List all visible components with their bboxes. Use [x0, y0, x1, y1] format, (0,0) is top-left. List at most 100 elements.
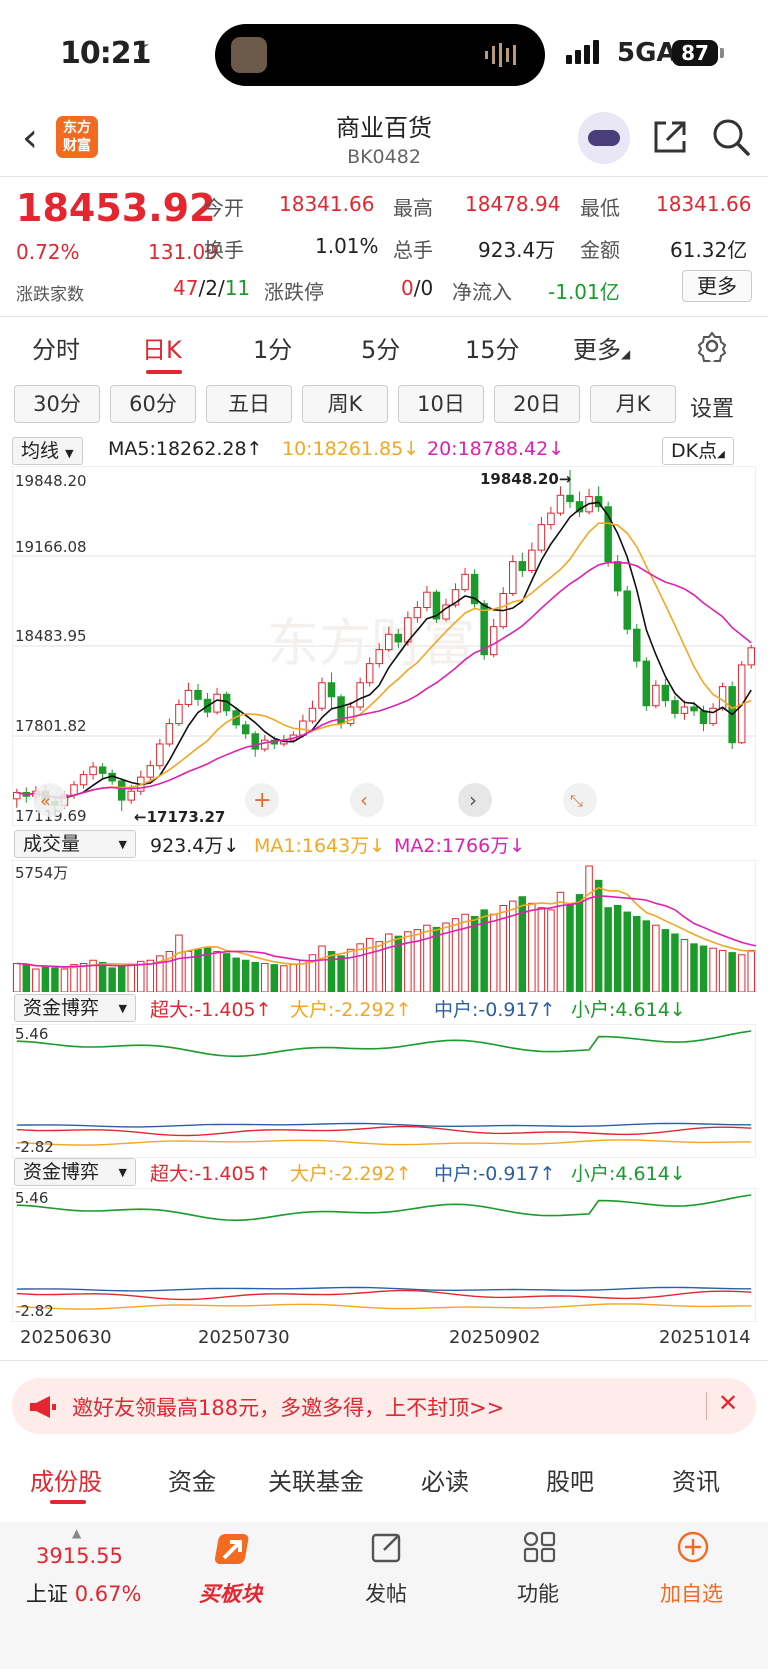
ma10-value: 10:18261.85↓ — [282, 438, 420, 460]
volume-bar — [556, 891, 565, 992]
tab-5min[interactable]: 5分 — [361, 330, 400, 365]
candle — [98, 766, 107, 774]
volume-bar — [51, 967, 59, 992]
period-monthly-button[interactable]: 月K — [590, 385, 676, 423]
fund-flow-chart-2[interactable]: 5.46 -2.82 — [12, 1188, 756, 1322]
candle — [566, 494, 574, 503]
svg-text:«: « — [40, 791, 51, 812]
medium-flow-2: 中户:-0.917↑ — [434, 1163, 556, 1185]
index-value[interactable]: 3915.55 — [36, 1544, 123, 1568]
dk-point-button[interactable]: DK点◢ — [662, 437, 734, 465]
volume-bar — [461, 913, 469, 992]
svg-text:⤡: ⤡ — [570, 791, 583, 810]
indicator-select[interactable]: 均线 ▼ — [12, 437, 83, 465]
volume-bar — [652, 924, 660, 992]
close-icon[interactable]: ✕ — [718, 1389, 738, 1417]
tab-more[interactable]: 更多◢ — [573, 330, 630, 365]
candle — [146, 765, 155, 778]
y-tick-4: 17801.82 — [15, 717, 87, 735]
volume-chart[interactable]: 5754万 — [12, 860, 756, 992]
candle — [642, 660, 651, 707]
moon-icon: ☾ — [136, 40, 158, 68]
function-button[interactable]: 功能 — [517, 1578, 559, 1608]
netflow-label: 净流入 — [452, 280, 512, 304]
volume-bar — [699, 945, 708, 992]
ma5-value: MA5:18262.28↑ — [108, 438, 263, 460]
candle — [299, 720, 307, 736]
period-5day-button[interactable]: 五日 — [206, 385, 292, 423]
fund-flow-select-2[interactable]: 资金博弈 ▼ — [14, 1158, 136, 1186]
volume-bar — [346, 948, 355, 992]
buy-sector-icon[interactable] — [210, 1530, 256, 1574]
volume-bar — [280, 965, 288, 992]
candle — [365, 663, 374, 684]
period-20day-button[interactable]: 20日 — [494, 385, 580, 423]
divider — [0, 316, 768, 317]
fund-flow-chart-1[interactable]: 5.46 -2.82 — [12, 1024, 756, 1158]
candle — [117, 780, 126, 801]
tab-related-funds[interactable]: 关联基金 — [268, 1462, 364, 1497]
more-button[interactable]: 更多 — [682, 270, 752, 302]
search-icon[interactable] — [710, 116, 752, 158]
fund-flow-select-1[interactable]: 资金博弈 ▼ — [14, 994, 136, 1022]
gear-icon[interactable] — [696, 330, 728, 362]
candle — [308, 707, 317, 722]
candle — [261, 739, 269, 750]
volume-bar — [175, 934, 183, 992]
candle — [70, 784, 78, 796]
megaphone-icon — [30, 1396, 56, 1418]
add-watchlist-icon[interactable] — [676, 1530, 710, 1564]
tab-daily-k[interactable]: 日K — [142, 330, 182, 365]
settings-link[interactable]: 设置 — [690, 391, 734, 423]
low-label: 最低 — [580, 196, 620, 220]
tab-constituents[interactable]: 成份股 — [30, 1462, 102, 1497]
tab-must-read[interactable]: 必读 — [421, 1462, 469, 1497]
tab-1min[interactable]: 1分 — [253, 330, 292, 365]
tab-funds[interactable]: 资金 — [168, 1462, 216, 1497]
dynamic-island[interactable] — [215, 24, 545, 86]
post-button[interactable]: 发帖 — [365, 1578, 407, 1608]
volume-bar — [566, 905, 574, 992]
share-icon[interactable] — [650, 117, 690, 157]
promo-text[interactable]: 邀好友领最高188元，多邀多得，上不封顶>> — [72, 1392, 504, 1422]
tab-forum[interactable]: 股吧 — [546, 1462, 594, 1497]
date-label-4: 20251014 — [659, 1327, 751, 1348]
volume-bar — [680, 938, 689, 992]
volume-bar — [356, 943, 364, 992]
grid-icon[interactable] — [522, 1530, 556, 1564]
candle — [385, 633, 393, 651]
edit-icon[interactable] — [370, 1530, 404, 1564]
candle — [547, 512, 555, 526]
volume-bar — [661, 929, 670, 992]
small-flow-1: 小户:4.614↓ — [571, 999, 686, 1021]
audio-wave-icon — [485, 43, 516, 67]
candle — [318, 682, 326, 709]
volume-bar — [289, 964, 298, 992]
add-watchlist-button[interactable]: 加自选 — [660, 1578, 723, 1608]
volume-bar — [709, 947, 717, 992]
volume-bar — [365, 937, 374, 992]
flow-bottom-label: -2.82 — [15, 1138, 54, 1156]
buy-sector-button[interactable]: 买板块 — [199, 1578, 262, 1608]
tab-15min[interactable]: 15分 — [465, 330, 520, 365]
volume-bar — [13, 963, 21, 992]
period-10day-button[interactable]: 10日 — [398, 385, 484, 423]
period-weekly-button[interactable]: 周K — [302, 385, 388, 423]
index-summary[interactable]: 上证 0.67% — [26, 1578, 141, 1608]
netflow-value: -1.01亿 — [548, 280, 620, 304]
amount-value: 61.32亿 — [670, 238, 748, 262]
period-60min-button[interactable]: 60分 — [110, 385, 196, 423]
candle — [156, 743, 164, 767]
period-30min-button[interactable]: 30分 — [14, 385, 100, 423]
up-arrow-icon: ▲ — [72, 1526, 82, 1540]
volume-select[interactable]: 成交量 ▼ — [14, 830, 136, 858]
ai-assistant-icon[interactable] — [578, 112, 630, 164]
candle — [747, 647, 755, 666]
volume-bar — [32, 968, 40, 992]
candlestick-chart[interactable]: 东方财富 19848.20 19166.08 18483.95 17801.82… — [12, 466, 756, 826]
amount-label: 金额 — [580, 238, 620, 262]
tab-timeshare[interactable]: 分时 — [32, 330, 80, 365]
candle — [184, 689, 193, 705]
volume-bar — [251, 961, 259, 992]
tab-news[interactable]: 资讯 — [672, 1462, 720, 1497]
